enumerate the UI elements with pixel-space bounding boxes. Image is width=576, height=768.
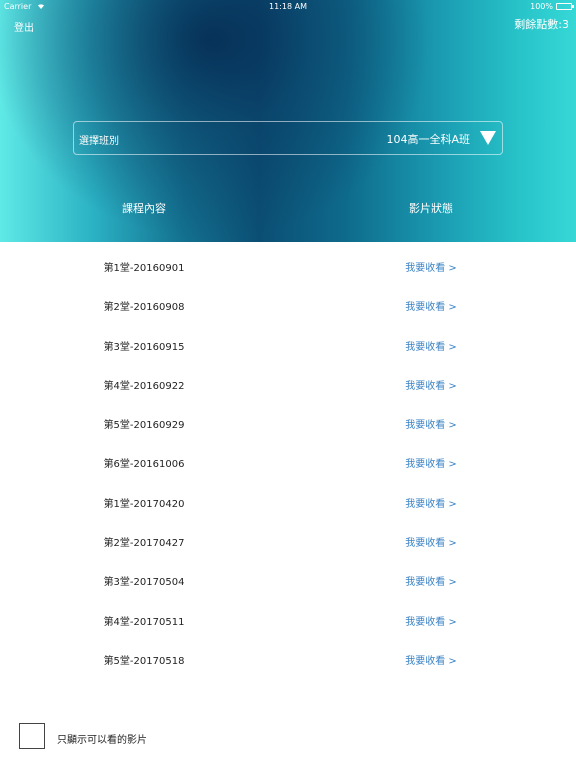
column-header-status: 影片狀態 [409, 202, 453, 215]
column-header-course: 課程內容 [122, 202, 166, 215]
class-selector-label: 選擇班別 [79, 136, 119, 147]
playable-only-checkbox[interactable] [19, 723, 45, 749]
triangle-down-icon[interactable] [480, 131, 496, 145]
watch-link[interactable]: 我要收看 > [371, 495, 491, 510]
course-title: 第5堂-20160929 [103, 420, 185, 432]
watch-link[interactable]: 我要收看 > [371, 613, 491, 628]
status-bar: Carrier 11:18 AM 100% [0, 0, 576, 12]
clock: 11:18 AM [269, 2, 307, 11]
course-title: 第6堂-20161006 [103, 459, 185, 471]
list-item: 第2堂-20170427 我要收看 > [0, 520, 576, 559]
watch-link[interactable]: 我要收看 > [371, 338, 491, 353]
watch-link[interactable]: 我要收看 > [371, 455, 491, 470]
course-title: 第2堂-20170427 [103, 538, 185, 550]
list-item: 第3堂-20170504 我要收看 > [0, 559, 576, 598]
course-title: 第3堂-20160915 [103, 341, 185, 353]
header-banner: Carrier 11:18 AM 100% 登出 剩餘點數:3 選擇班別 104… [0, 0, 576, 242]
logout-button[interactable]: 登出 [14, 19, 34, 34]
list-item: 第5堂-20160929 我要收看 > [0, 402, 576, 441]
watch-link[interactable]: 我要收看 > [371, 534, 491, 549]
battery-icon [556, 3, 574, 10]
watch-link[interactable]: 我要收看 > [371, 259, 491, 274]
list-item: 第4堂-20160922 我要收看 > [0, 363, 576, 402]
course-list: 第1堂-20160901 我要收看 > 第2堂-20160908 我要收看 > … [0, 245, 576, 677]
playable-only-label: 只顯示可以看的影片 [57, 735, 147, 746]
list-item: 第1堂-20160901 我要收看 > [0, 245, 576, 284]
watch-link[interactable]: 我要收看 > [371, 573, 491, 588]
course-title: 第1堂-20160901 [103, 263, 185, 274]
course-title: 第1堂-20170420 [103, 498, 185, 510]
watch-link[interactable]: 我要收看 > [371, 377, 491, 392]
course-title: 第3堂-20170504 [103, 577, 185, 589]
watch-link[interactable]: 我要收看 > [371, 416, 491, 431]
remaining-points: 剩餘點數:3 [514, 18, 569, 31]
class-selector[interactable]: 選擇班別 104高一全科A班 [73, 121, 503, 155]
course-title: 第2堂-20160908 [103, 302, 185, 314]
list-item: 第1堂-20170420 我要收看 > [0, 481, 576, 520]
course-title: 第5堂-20170518 [103, 655, 185, 667]
class-selector-value: 104高一全科A班 [386, 133, 470, 146]
watch-link[interactable]: 我要收看 > [371, 652, 491, 667]
list-item: 第4堂-20170511 我要收看 > [0, 599, 576, 638]
battery-indicator: 100% [530, 2, 574, 11]
list-item: 第5堂-20170518 我要收看 > [0, 638, 576, 677]
course-title: 第4堂-20170511 [103, 616, 185, 628]
list-item: 第6堂-20161006 我要收看 > [0, 441, 576, 480]
watch-link[interactable]: 我要收看 > [371, 298, 491, 313]
list-item: 第3堂-20160915 我要收看 > [0, 324, 576, 363]
course-title: 第4堂-20160922 [103, 380, 185, 392]
battery-percent: 100% [530, 2, 553, 11]
list-item: 第2堂-20160908 我要收看 > [0, 284, 576, 323]
